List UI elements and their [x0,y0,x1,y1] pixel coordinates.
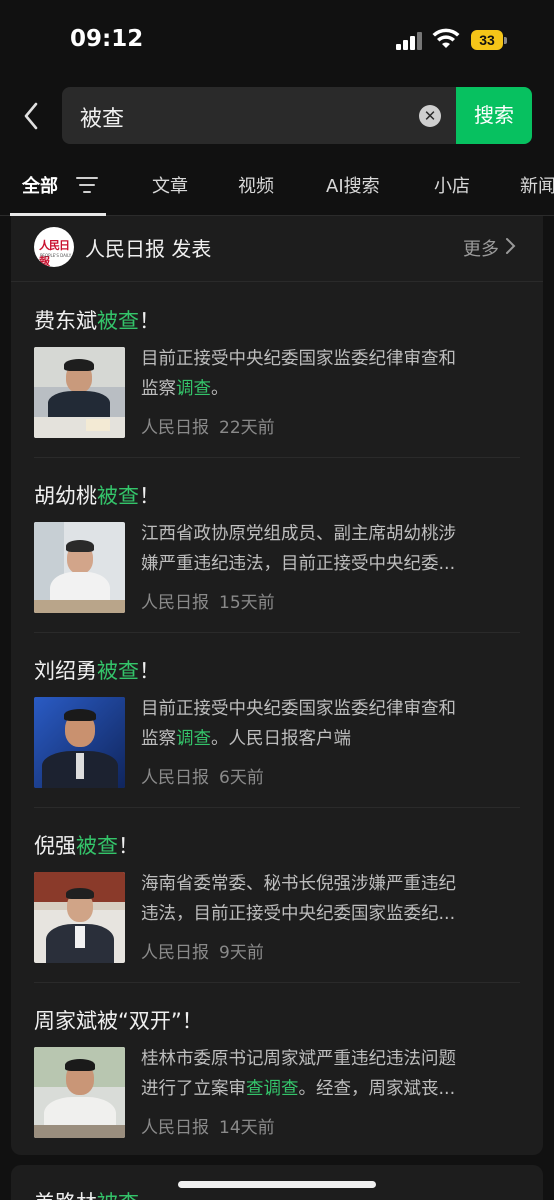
search-query[interactable]: 被查 [80,101,124,133]
result-thumbnail [34,872,125,963]
battery-icon: 33 [471,30,507,50]
result-title[interactable]: 刘绍勇被查！ [34,655,160,685]
result-meta: 人民日报 6天前 [141,768,264,788]
result-description: 海南省委常委、秘书长倪强涉嫌严重违纪 违法，目前正接受中央纪委国家监委纪... [141,874,456,924]
result-meta: 人民日报 15天前 [141,593,275,613]
source-header[interactable]: 人民日報 PEOPLE'S DAILY 人民日报 发表 更多 [11,216,543,282]
filter-icon[interactable] [76,174,98,194]
home-indicator[interactable] [178,1181,376,1188]
search-input[interactable]: 被查 ✕ [62,87,456,144]
result-description: 目前正接受中央纪委国家监委纪律审查和 监察调查。人民日报客户端 [141,699,456,749]
clear-icon[interactable]: ✕ [419,105,441,127]
battery-level: 33 [471,30,503,50]
tab-ai-search[interactable]: AI搜索 [326,172,380,198]
more-link[interactable]: 更多 [463,235,499,261]
result-description: 目前正接受中央纪委国家监委纪律审查和 监察调查。 [141,349,456,399]
result-meta: 人民日报 22天前 [141,418,275,438]
tab-all[interactable]: 全部 [22,172,58,198]
peoples-daily-logo: 人民日報 PEOPLE'S DAILY [34,227,74,267]
results-card: 人民日報 PEOPLE'S DAILY 人民日报 发表 更多 费东斌被查！ 目前… [11,216,543,1155]
result-title[interactable]: 倪强被查！ [34,830,139,860]
result-thumbnail [34,522,125,613]
tab-videos[interactable]: 视频 [238,172,274,198]
result-title[interactable]: 费东斌被查！ [34,305,160,335]
tab-articles[interactable]: 文章 [152,172,188,198]
result-item[interactable]: 倪强被查！ 海南省委常委、秘书长倪强涉嫌严重违纪 违法，目前正接受中央纪委国家监… [34,808,520,983]
result-description: 江西省政协原党组成员、副主席胡幼桃涉 嫌严重违纪违法，目前正接受中央纪委... [141,524,456,574]
status-time: 09:12 [70,26,144,52]
result-title[interactable]: 羌路林被查 [34,1187,139,1200]
source-name: 人民日报 发表 [85,237,212,261]
result-item[interactable]: 胡幼桃被查！ 江西省政协原党组成员、副主席胡幼桃涉 嫌严重违纪违法，目前正接受中… [34,458,520,633]
result-thumbnail [34,347,125,438]
tab-shop[interactable]: 小店 [434,172,470,198]
result-thumbnail [34,697,125,788]
result-thumbnail [34,1047,125,1138]
result-title[interactable]: 胡幼桃被查！ [34,480,160,510]
result-description: 桂林市委原书记周家斌严重违纪违法问题 进行了立案审查调查。经查，周家斌丧... [141,1049,456,1099]
result-title[interactable]: 周家斌被“双开”！ [34,1005,203,1035]
cellular-signal-icon [396,32,424,50]
wifi-icon [432,28,460,48]
chevron-right-icon[interactable] [505,237,517,255]
back-arrow-icon[interactable] [20,100,44,132]
filter-tabs: 全部 文章 视频 AI搜索 小店 新闻 [0,160,554,216]
status-bar: 09:12 33 [0,0,554,80]
result-meta: 人民日报 14天前 [141,1118,275,1138]
result-item[interactable]: 周家斌被“双开”！ 桂林市委原书记周家斌严重违纪违法问题 进行了立案审查调查。经… [34,983,520,1158]
result-meta: 人民日报 9天前 [141,943,264,963]
result-item[interactable]: 费东斌被查！ 目前正接受中央纪委国家监委纪律审查和 监察调查。 人民日报 22天前 [34,283,520,458]
search-button[interactable]: 搜索 [456,87,532,144]
result-item[interactable]: 刘绍勇被查！ 目前正接受中央纪委国家监委纪律审查和 监察调查。人民日报客户端 人… [34,633,520,808]
tab-news[interactable]: 新闻 [520,172,554,198]
